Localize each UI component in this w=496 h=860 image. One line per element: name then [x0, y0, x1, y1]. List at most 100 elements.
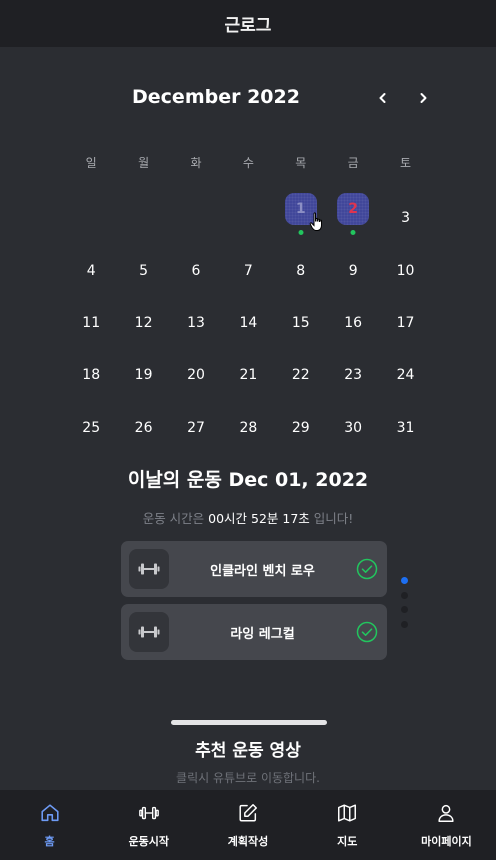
calendar-day[interactable]: 19 [117, 349, 169, 401]
pager-dot[interactable] [401, 606, 408, 613]
calendar-day[interactable]: 22 [275, 349, 327, 401]
calendar-day[interactable]: 11 [65, 297, 117, 349]
sheet-drag-handle[interactable] [171, 720, 327, 725]
calendar-day[interactable]: 3 [379, 192, 431, 244]
calendar-day[interactable]: 10 [379, 244, 431, 296]
prev-month-button[interactable] [371, 86, 395, 110]
calendar-day[interactable]: 12 [117, 297, 169, 349]
dumbbell-icon [138, 626, 160, 638]
calendar-day-number: 7 [243, 262, 253, 279]
app-header: 근로그 [0, 0, 496, 47]
calendar-day[interactable]: 27 [170, 402, 222, 454]
home-icon [41, 804, 59, 822]
nav-label: 운동시작 [128, 835, 170, 848]
pencil-icon [239, 804, 257, 822]
calendar-day-number: 4 [86, 262, 96, 279]
calendar-day-number: 21 [239, 367, 258, 384]
recommend-title: 추천 운동 영상 [195, 741, 301, 761]
calendar-day[interactable]: 17 [379, 297, 431, 349]
nav-label: 지도 [337, 835, 358, 848]
exercise-name: 인클라인 벤치 로우 [210, 563, 315, 579]
calendar-day[interactable]: 24 [379, 349, 431, 401]
calendar-day[interactable]: 2 [327, 192, 379, 244]
nav-item-mypage[interactable]: 마이페이지 [397, 790, 496, 860]
calendar-day-number: 10 [396, 262, 415, 279]
nav-item-plan[interactable]: 계획작성 [198, 790, 297, 860]
nav-label: 계획작성 [227, 835, 269, 848]
calendar-day-number: 18 [82, 367, 101, 384]
calendar-day-number: 5 [139, 262, 149, 279]
weekday-label: 수 [242, 156, 254, 170]
weekday-label: 금 [347, 156, 359, 170]
calendar-day-number: 17 [396, 314, 415, 331]
weekday-label: 화 [190, 156, 202, 170]
calendar-day[interactable]: 26 [117, 402, 169, 454]
dumbbell-icon [138, 806, 159, 820]
calendar-day-number: 23 [344, 367, 363, 384]
calendar-day[interactable]: 21 [222, 349, 274, 401]
calendar-day-number: 30 [344, 419, 363, 436]
month-title: December 2022 [132, 86, 300, 108]
calendar-day[interactable]: 29 [275, 402, 327, 454]
user-icon [438, 804, 455, 822]
duration-suffix: 입니다! [309, 511, 354, 526]
calendar-day-number: 27 [187, 419, 205, 436]
calendar-day-number: 12 [134, 314, 153, 331]
pager-dot[interactable] [401, 620, 408, 628]
calendar-day-number: 29 [291, 419, 310, 436]
nav-item-start-workout[interactable]: 운동시작 [99, 790, 198, 860]
calendar-day[interactable]: 5 [117, 244, 169, 296]
weekday-label: 목 [295, 156, 307, 170]
calendar-day-number: 6 [191, 262, 201, 279]
calendar-day[interactable]: 31 [379, 402, 431, 454]
app-title: 근로그 [224, 16, 272, 36]
pager-dot[interactable] [401, 577, 408, 584]
calendar-day-number: 9 [348, 262, 358, 279]
workout-day-title: 이날의 운동 Dec 01, 2022 [127, 469, 369, 491]
calendar-day[interactable]: 13 [170, 297, 222, 349]
check-circle-icon [356, 621, 378, 643]
exercise-card[interactable]: 인클라인 벤치 로우 [121, 541, 387, 597]
calendar-day-number: 1 [295, 201, 306, 218]
calendar-empty-cell [117, 192, 169, 244]
exercise-card[interactable]: 라잉 레그컬 [121, 604, 387, 660]
nav-item-home[interactable]: 홈 [0, 790, 99, 860]
calendar-day[interactable]: 30 [327, 402, 379, 454]
calendar-day-number: 26 [134, 419, 153, 436]
calendar-day[interactable]: 14 [222, 297, 274, 349]
calendar-day[interactable]: 20 [170, 349, 222, 401]
calendar-day[interactable]: 8 [275, 244, 327, 296]
calendar-day[interactable]: 18 [65, 349, 117, 401]
calendar-day[interactable]: 4 [65, 244, 117, 296]
weekday-row: 일 월 화 수 목 금 토 [65, 154, 431, 171]
calendar-day-number: 19 [134, 367, 153, 384]
calendar-header: December 2022 [0, 84, 496, 114]
calendar-empty-cell [170, 192, 222, 244]
calendar-day[interactable]: 23 [327, 349, 379, 401]
exercise-pager[interactable] [400, 577, 410, 635]
calendar-empty-cell [65, 192, 117, 244]
nav-label: 홈 [44, 835, 55, 848]
calendar-day[interactable]: 25 [65, 402, 117, 454]
duration-value: 00시간 52분 17초 [208, 511, 310, 526]
calendar-day[interactable]: 28 [222, 402, 274, 454]
workout-duration: 운동 시간은 00시간 52분 17초 입니다! [0, 508, 496, 527]
nav-item-map[interactable]: 지도 [298, 790, 397, 860]
calendar-day[interactable]: 15 [275, 297, 327, 349]
nav-label: 마이페이지 [421, 835, 472, 848]
exercise-thumbnail [129, 549, 169, 589]
check-circle-icon [356, 558, 378, 580]
exercise-thumbnail [129, 612, 169, 652]
exercise-name: 라잉 레그컬 [230, 626, 295, 642]
bottom-nav: 홈 운동시작 계획작성 지도 마이페이지 [0, 790, 496, 860]
calendar-day-number: 22 [291, 367, 310, 384]
calendar-day[interactable]: 16 [327, 297, 379, 349]
calendar-day-number: 24 [396, 367, 415, 384]
calendar-day[interactable]: 6 [170, 244, 222, 296]
calendar-day[interactable]: 7 [222, 244, 274, 296]
calendar-day-number: 3 [401, 210, 410, 227]
calendar-day-number: 16 [344, 314, 363, 331]
pager-dot[interactable] [401, 591, 408, 599]
calendar-day[interactable]: 9 [327, 244, 379, 296]
next-month-button[interactable] [411, 86, 435, 110]
